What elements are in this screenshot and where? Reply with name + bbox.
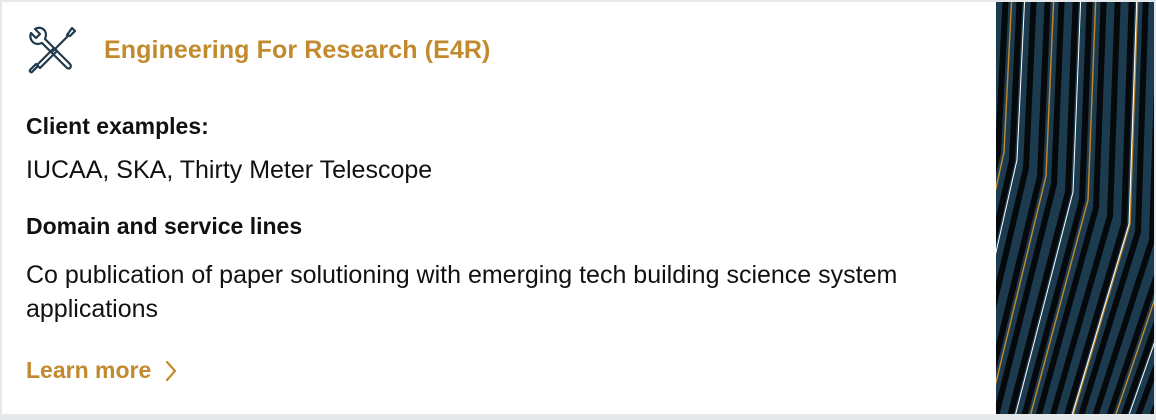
service-card: Engineering For Research (E4R) Client ex… bbox=[2, 2, 1154, 414]
chevron-right-icon bbox=[166, 360, 177, 381]
wrench-screwdriver-icon bbox=[28, 26, 77, 74]
card-content: Engineering For Research (E4R) Client ex… bbox=[26, 2, 986, 414]
client-examples-text: IUCAA, SKA, Thirty Meter Telescope bbox=[26, 156, 433, 184]
domain-service-heading: Domain and service lines bbox=[26, 213, 303, 239]
card-title: Engineering For Research (E4R) bbox=[104, 35, 491, 64]
learn-more-label: Learn more bbox=[26, 357, 152, 383]
card-header: Engineering For Research (E4R) bbox=[26, 24, 490, 76]
domain-service-text: Co publication of paper solutioning with… bbox=[26, 261, 898, 323]
learn-more-link[interactable]: Learn more bbox=[26, 357, 179, 384]
decorative-stripes-art bbox=[996, 2, 1154, 414]
client-examples-heading: Client examples: bbox=[26, 113, 209, 139]
